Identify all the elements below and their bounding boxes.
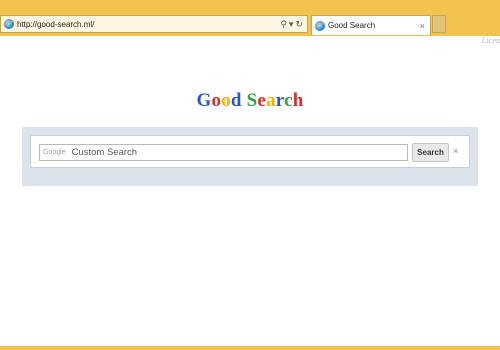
logo-letter: S — [246, 90, 258, 111]
dropdown-icon[interactable]: ▾ — [289, 19, 294, 29]
bottom-status-bar — [0, 346, 500, 350]
logo-letter: G — [196, 90, 212, 111]
logo-letter: o — [221, 90, 231, 111]
logo-letter: d — [230, 90, 242, 111]
address-url[interactable]: http://good-search.ml/ — [17, 20, 94, 29]
license-text: Licen — [481, 36, 500, 45]
address-bar[interactable]: http://good-search.ml/ ⚲ ▾ ↻ — [0, 15, 308, 33]
logo-letter: r — [275, 90, 285, 111]
logo-letter: h — [292, 90, 304, 111]
search-panel: Google Custom Search Search × — [22, 127, 478, 186]
tab-title: Good Search — [328, 21, 376, 30]
search-button[interactable]: Search — [412, 143, 449, 162]
logo-letter: e — [257, 90, 267, 111]
search-input[interactable]: Google Custom Search — [39, 144, 408, 161]
address-tools: ⚲ ▾ ↻ — [280, 19, 307, 29]
close-tab-icon[interactable]: × — [420, 21, 425, 31]
search-placeholder: Custom Search — [71, 147, 138, 158]
good-search-logo: Good Search — [0, 90, 500, 112]
new-tab-button[interactable] — [432, 15, 446, 33]
google-brand-mark: Google — [43, 149, 66, 156]
internet-explorer-icon — [4, 19, 14, 29]
tab-favicon-icon — [315, 20, 325, 31]
browser-chrome: http://good-search.ml/ ⚲ ▾ ↻ Good Search… — [0, 0, 500, 36]
logo-letter: o — [211, 90, 222, 111]
logo-letter: c — [284, 90, 293, 111]
refresh-icon[interactable]: ↻ — [295, 19, 303, 29]
clear-search-icon[interactable]: × — [453, 146, 458, 156]
search-icon[interactable]: ⚲ — [280, 19, 287, 29]
search-container: Google Custom Search Search × — [30, 135, 470, 168]
tab-good-search[interactable]: Good Search × — [311, 15, 431, 35]
logo-letter: a — [266, 90, 276, 111]
